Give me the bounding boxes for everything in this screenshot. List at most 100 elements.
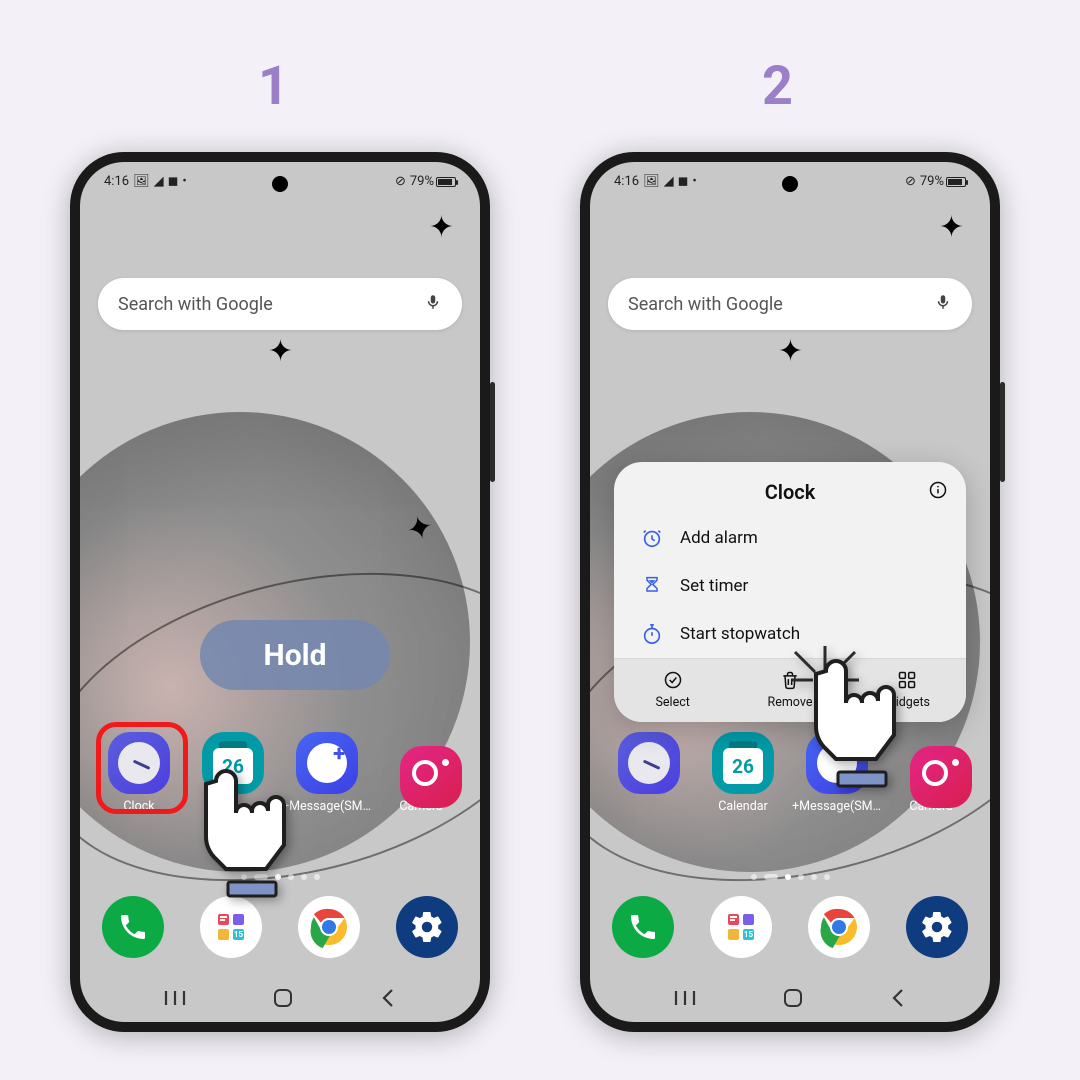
dock-phone[interactable] [612,896,674,958]
sparkle-icon: ✦ [429,210,454,245]
clock-icon [618,732,680,794]
message-icon [296,732,358,794]
dock: 15 [612,896,968,958]
app-label: +Message(SM... [792,799,882,814]
action-label: Widgets [885,695,930,710]
image-icon: 🖼 [643,174,660,189]
action-label: Remove [768,695,813,710]
check-icon: ◼ [678,174,689,189]
camera-icon [910,746,972,808]
app-label: Clock [123,799,154,814]
search-placeholder: Search with Google [118,294,273,315]
context-item-add-alarm[interactable]: Add alarm [614,514,966,562]
recents-button[interactable] [674,989,696,1007]
phone-mockup-1: 4:16 🖼 ◢ ◼ • ⊘ 79% ✦ Search with Google … [70,152,490,1032]
nav-bar [80,988,480,1008]
action-widgets[interactable]: Widgets [849,659,966,722]
mic-icon[interactable] [424,293,442,316]
dock: 15 [102,896,458,958]
hold-instruction: Hold [200,620,390,690]
dock-settings[interactable] [396,896,458,958]
widgets-icon [896,669,918,691]
battery-pct: 79% [920,174,944,189]
screen-1: 4:16 🖼 ◢ ◼ • ⊘ 79% ✦ Search with Google … [80,162,480,1022]
select-icon [662,669,684,691]
sparkle-icon: ✦ [939,210,964,245]
step-2-label: 2 [762,55,793,118]
app-camera[interactable]: Camera [890,732,972,814]
context-item-label: Start stopwatch [680,624,800,644]
home-button[interactable] [273,988,293,1008]
context-item-set-timer[interactable]: Set timer [614,562,966,610]
stopwatch-icon [640,622,664,646]
phone-mockup-2: 4:16 🖼 ◢ ◼ • ⊘ 79% ✦ Search with Google … [580,152,1000,1032]
app-label [647,799,650,814]
sparkle-icon: ✦ [778,334,803,369]
search-bar[interactable]: Search with Google [608,278,972,330]
app-camera[interactable]: Camera [380,732,462,814]
dock-chrome[interactable] [298,896,360,958]
context-actions: Select Remove Widgets [614,658,966,722]
sparkle-icon: ✦ [268,334,293,369]
search-bar[interactable]: Search with Google [98,278,462,330]
camera-icon [400,746,462,808]
dock-apps[interactable]: 15 [200,896,262,958]
step-1-label: 1 [258,55,289,118]
calendar-icon: 26 [712,732,774,794]
dock-chrome[interactable] [808,896,870,958]
app-calendar[interactable]: 26 Calendar [702,732,784,814]
status-time: 4:16 [104,174,129,189]
action-remove[interactable]: Remove [731,659,848,722]
home-button[interactable] [783,988,803,1008]
action-label: Select [655,695,689,710]
wifi-off-icon: ⊘ [905,174,916,189]
page-indicator [590,874,990,880]
app-clock[interactable] [608,732,690,814]
dock-phone[interactable] [102,896,164,958]
app-label: +Message(SM... [282,799,372,814]
alarm-icon [640,526,664,550]
battery-pct: 79% [410,174,434,189]
status-time: 4:16 [614,174,639,189]
app-calendar[interactable]: 26 [192,732,274,814]
calendar-date: 26 [723,748,763,784]
nav-bar [590,988,990,1008]
bars-icon: ◢ [154,174,164,189]
wifi-off-icon: ⊘ [395,174,406,189]
hourglass-icon [640,574,664,598]
context-item-start-stopwatch[interactable]: Start stopwatch [614,610,966,658]
app-clock[interactable]: Clock [98,732,180,814]
battery-icon: 79% [920,174,966,189]
app-row: Clock 26 +Message(SM... Camera [98,732,462,814]
dot-icon: • [182,174,186,189]
app-label: Calendar [718,799,768,814]
trash-icon [779,669,801,691]
app-label [231,799,234,814]
action-select[interactable]: Select [614,659,731,722]
context-menu-title: Clock [614,462,966,514]
screen-2: 4:16 🖼 ◢ ◼ • ⊘ 79% ✦ Search with Google … [590,162,990,1022]
dot-icon: • [692,174,696,189]
svg-text:15: 15 [744,930,754,939]
mic-icon[interactable] [934,293,952,316]
image-icon: 🖼 [133,174,150,189]
dock-settings[interactable] [906,896,968,958]
app-message[interactable]: +Message(SM... [796,732,878,814]
bars-icon: ◢ [664,174,674,189]
calendar-date: 26 [213,748,253,784]
front-camera [272,176,288,192]
context-item-label: Add alarm [680,528,758,548]
page-indicator [80,874,480,880]
app-message[interactable]: +Message(SM... [286,732,368,814]
recents-button[interactable] [164,989,186,1007]
context-menu-title-text: Clock [765,480,816,504]
svg-text:15: 15 [234,930,244,939]
message-icon [806,732,868,794]
dock-apps[interactable]: 15 [710,896,772,958]
back-button[interactable] [380,988,396,1008]
info-icon[interactable] [928,480,948,505]
search-placeholder: Search with Google [628,294,783,315]
context-menu: Clock Add alarm Set timer [614,462,966,722]
back-button[interactable] [890,988,906,1008]
context-item-label: Set timer [680,576,748,596]
